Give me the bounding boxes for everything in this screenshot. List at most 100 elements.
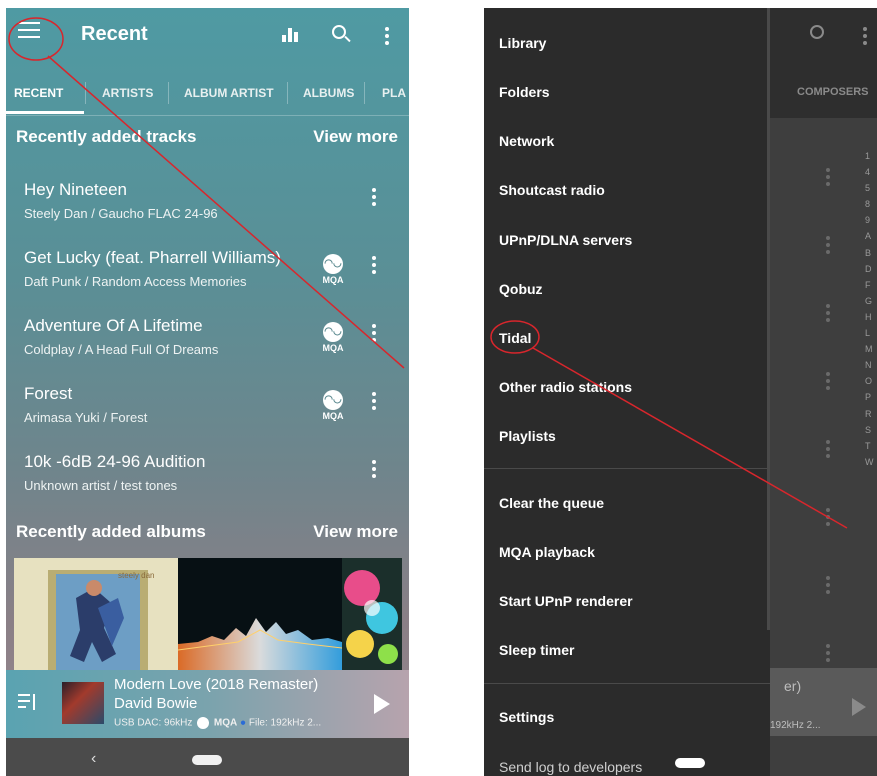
album-cover-gaucho[interactable]: steely dan bbox=[14, 558, 178, 670]
drawer-item-upnp-renderer[interactable]: Start UPnP renderer bbox=[499, 593, 633, 609]
track-more-icon bbox=[826, 576, 830, 594]
home-pill[interactable] bbox=[675, 758, 705, 768]
index-letter[interactable]: 5 bbox=[865, 180, 877, 196]
drawer-item-clear-queue[interactable]: Clear the queue bbox=[499, 495, 604, 511]
index-letter[interactable]: O bbox=[865, 373, 877, 389]
track-more-icon[interactable] bbox=[372, 460, 376, 478]
track-row[interactable]: Hey Nineteen Steely Dan / Gaucho FLAC 24… bbox=[24, 180, 394, 240]
back-icon[interactable]: ‹ bbox=[91, 750, 96, 768]
track-more-icon[interactable] bbox=[372, 324, 376, 342]
mqa-icon: ◠◡ MQA bbox=[321, 254, 345, 285]
index-letter[interactable]: B bbox=[865, 245, 877, 261]
track-more-icon[interactable] bbox=[372, 392, 376, 410]
index-letter[interactable]: 1 bbox=[865, 148, 877, 164]
queue-icon[interactable] bbox=[18, 694, 38, 712]
track-row[interactable]: Forest Arimasa Yuki / Forest ◠◡ MQA bbox=[24, 384, 394, 444]
index-letter[interactable]: D bbox=[865, 261, 877, 277]
recent-screen: Recent RECENT ARTISTS ALBUM ARTIST ALBUM… bbox=[6, 8, 409, 776]
svg-text:steely dan: steely dan bbox=[118, 571, 154, 580]
index-letter[interactable]: A bbox=[865, 228, 877, 244]
track-row[interactable]: Get Lucky (feat. Pharrell Williams) Daft… bbox=[24, 248, 394, 308]
track-subtitle: Steely Dan / Gaucho FLAC 24-96 bbox=[24, 206, 218, 221]
mqa-icon bbox=[197, 717, 210, 729]
index-letter[interactable]: 8 bbox=[865, 196, 877, 212]
track-more-icon[interactable] bbox=[372, 188, 376, 206]
track-more-icon bbox=[826, 304, 830, 322]
track-row[interactable]: Adventure Of A Lifetime Coldplay / A Hea… bbox=[24, 316, 394, 376]
drawer-item-settings[interactable]: Settings bbox=[499, 709, 554, 725]
home-pill[interactable] bbox=[192, 755, 222, 765]
menu-icon[interactable] bbox=[18, 22, 40, 40]
track-title: Get Lucky (feat. Pharrell Williams) bbox=[24, 248, 281, 267]
now-playing-format: USB DAC: 96kHz MQA ● File: 192kHz 2... bbox=[114, 717, 322, 729]
now-playing-bar[interactable]: Modern Love (2018 Remaster) David Bowie … bbox=[6, 670, 409, 738]
album-cover-ram[interactable] bbox=[178, 558, 342, 670]
track-row[interactable]: 10k -6dB 24-96 Audition Unknown artist /… bbox=[24, 452, 394, 512]
drawer-item-playlists[interactable]: Playlists bbox=[499, 428, 556, 444]
tab-composers: COMPOSERS bbox=[797, 86, 869, 98]
index-letter[interactable]: 4 bbox=[865, 164, 877, 180]
track-more-icon[interactable] bbox=[372, 256, 376, 274]
page-title: Recent bbox=[81, 23, 148, 45]
track-more-icon bbox=[826, 440, 830, 458]
album-cover-hfod[interactable] bbox=[342, 558, 402, 670]
drawer-item-radio[interactable]: Other radio stations bbox=[499, 379, 632, 395]
recent-tracks-heading: Recently added tracks bbox=[16, 127, 197, 146]
track-more-icon bbox=[826, 372, 830, 390]
search-icon[interactable] bbox=[332, 25, 346, 39]
equalizer-icon[interactable] bbox=[282, 28, 298, 42]
drawer-scrollbar[interactable] bbox=[767, 8, 770, 630]
track-more-icon bbox=[826, 508, 830, 526]
tab-artists[interactable]: ARTISTS bbox=[102, 86, 153, 100]
drawer-item-tidal[interactable]: Tidal bbox=[499, 330, 531, 346]
track-subtitle: Unknown artist / test tones bbox=[24, 478, 178, 493]
tab-bar: RECENT ARTISTS ALBUM ARTIST ALBUMS PLA bbox=[6, 76, 409, 116]
index-letter[interactable]: R bbox=[865, 406, 877, 422]
tab-playlists[interactable]: PLA bbox=[382, 86, 406, 100]
drawer-item-folders[interactable]: Folders bbox=[499, 84, 550, 100]
tab-recent[interactable]: RECENT bbox=[14, 86, 63, 100]
now-playing-title: Modern Love (2018 Remaster) bbox=[114, 676, 319, 693]
view-more-albums-button[interactable]: View more bbox=[313, 522, 398, 542]
search-icon bbox=[810, 25, 824, 39]
navigation-drawer: Library Folders Network Shoutcast radio … bbox=[484, 8, 770, 776]
index-letter[interactable]: L bbox=[865, 325, 877, 341]
alphabet-index: 14589ABDFGHLMNOPRSTW bbox=[865, 148, 877, 470]
tab-indicator bbox=[6, 111, 84, 114]
track-more-icon bbox=[826, 168, 830, 186]
drawer-item-shoutcast[interactable]: Shoutcast radio bbox=[499, 182, 605, 198]
drawer-item-library[interactable]: Library bbox=[499, 35, 546, 51]
drawer-item-network[interactable]: Network bbox=[499, 133, 554, 149]
dimmed-app-bar bbox=[770, 8, 877, 118]
index-letter[interactable]: P bbox=[865, 389, 877, 405]
album-carousel: steely dan bbox=[14, 558, 409, 670]
drawer-item-qobuz[interactable]: Qobuz bbox=[499, 281, 543, 297]
more-options-icon bbox=[863, 27, 867, 45]
index-letter[interactable]: N bbox=[865, 357, 877, 373]
index-letter[interactable]: G bbox=[865, 293, 877, 309]
view-more-tracks-button[interactable]: View more bbox=[313, 127, 398, 147]
app-bar: Recent bbox=[6, 8, 409, 64]
tab-album-artist[interactable]: ALBUM ARTIST bbox=[184, 86, 274, 100]
track-more-icon bbox=[826, 644, 830, 662]
drawer-item-sleep-timer[interactable]: Sleep timer bbox=[499, 642, 574, 658]
index-letter[interactable]: H bbox=[865, 309, 877, 325]
track-more-icon bbox=[826, 236, 830, 254]
track-subtitle: Coldplay / A Head Full Of Dreams bbox=[24, 342, 219, 357]
index-letter[interactable]: F bbox=[865, 277, 877, 293]
index-letter[interactable]: M bbox=[865, 341, 877, 357]
tab-albums[interactable]: ALBUMS bbox=[303, 86, 354, 100]
track-subtitle: Arimasa Yuki / Forest bbox=[24, 410, 148, 425]
more-options-icon[interactable] bbox=[385, 27, 389, 45]
drawer-item-mqa-playback[interactable]: MQA playback bbox=[499, 544, 595, 560]
dimmed-player-format: 192kHz 2... bbox=[770, 720, 821, 731]
index-letter[interactable]: W bbox=[865, 454, 877, 470]
recent-albums-heading: Recently added albums bbox=[16, 522, 206, 541]
index-letter[interactable]: S bbox=[865, 422, 877, 438]
track-title: 10k -6dB 24-96 Audition bbox=[24, 452, 206, 471]
play-icon[interactable] bbox=[374, 694, 390, 714]
drawer-item-upnp[interactable]: UPnP/DLNA servers bbox=[499, 232, 632, 248]
index-letter[interactable]: 9 bbox=[865, 212, 877, 228]
system-nav-bar bbox=[484, 736, 877, 776]
index-letter[interactable]: T bbox=[865, 438, 877, 454]
